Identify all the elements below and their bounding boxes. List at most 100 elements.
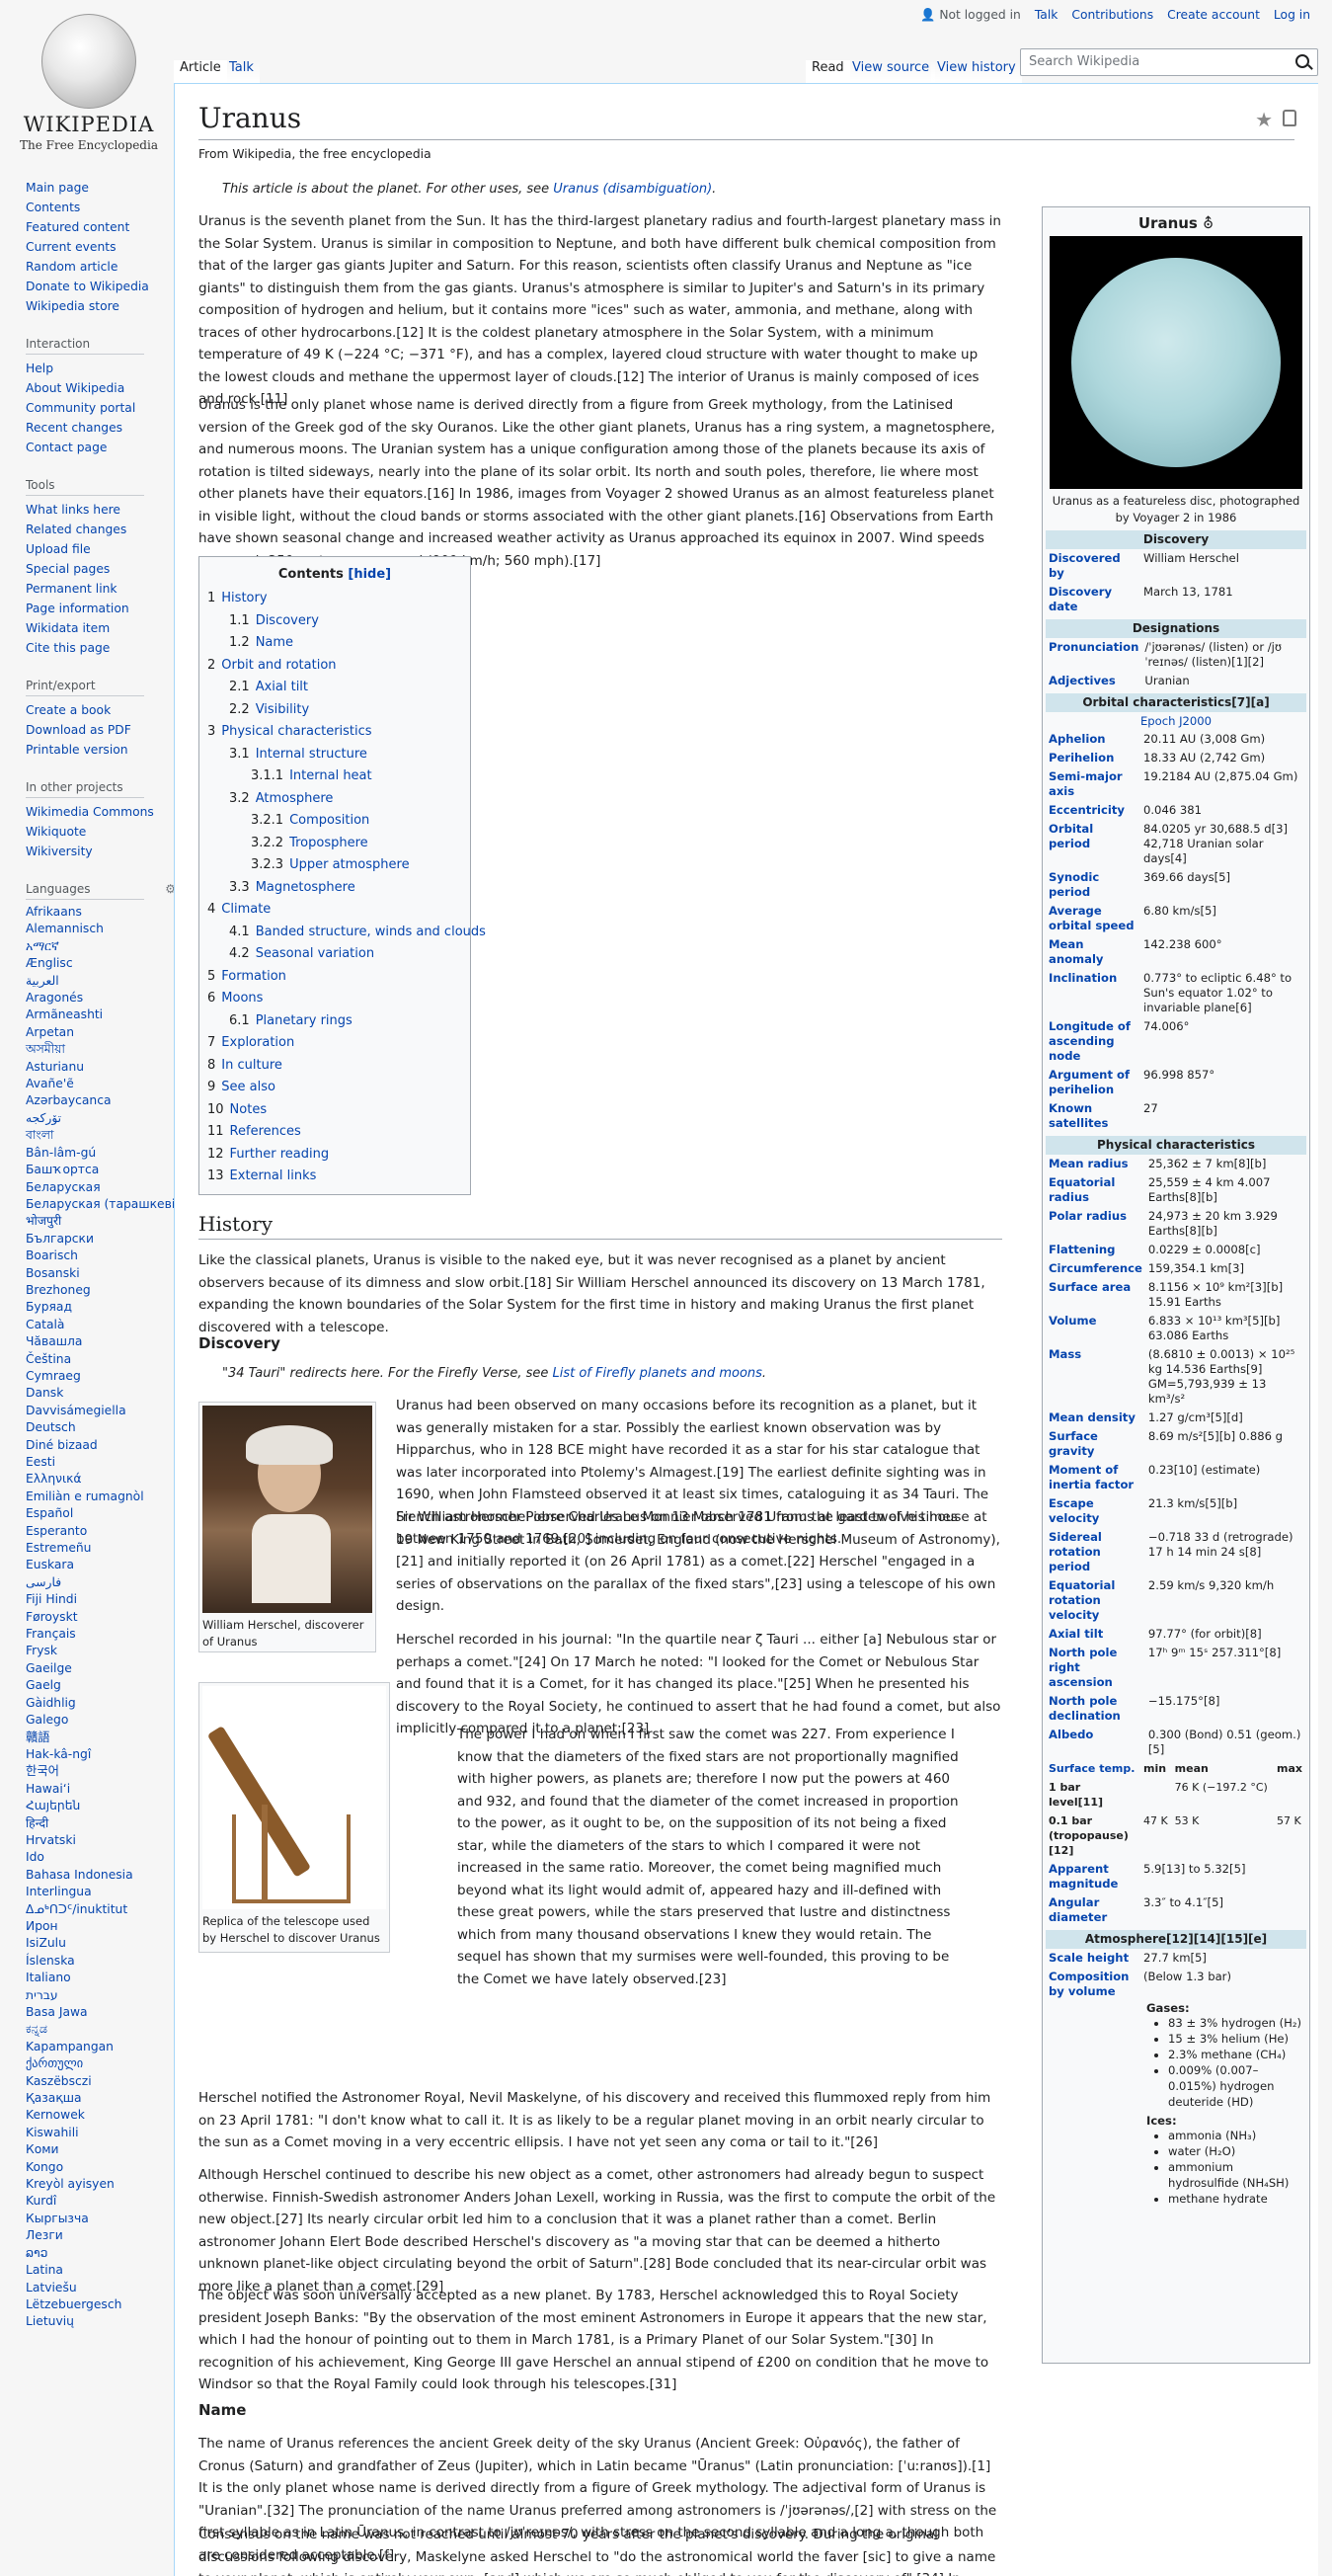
toc-link[interactable]: Exploration <box>221 1035 294 1050</box>
language-link[interactable]: فارسی <box>26 1574 174 1591</box>
language-link[interactable]: Deutsch <box>26 1419 174 1436</box>
toc-link[interactable]: Axial tilt <box>256 680 308 694</box>
talk-link[interactable]: Talk <box>1035 8 1058 23</box>
language-link[interactable]: Aragonés <box>26 990 174 1006</box>
infobox-epoch[interactable]: Epoch J2000 <box>1046 712 1306 730</box>
toc-entry[interactable]: 7 Exploration <box>207 1032 462 1055</box>
toc-link[interactable]: Further reading <box>230 1147 330 1162</box>
language-link[interactable]: Asturianu <box>26 1059 174 1076</box>
language-link[interactable]: Latviešu <box>26 2280 174 2296</box>
language-link[interactable]: Башҡортса <box>26 1162 174 1178</box>
wikipedia-logo[interactable]: WIKIPEDIA The Free Encyclopedia <box>20 14 158 157</box>
language-link[interactable]: ಕನ್ನಡ <box>26 2021 174 2038</box>
toc-entry[interactable]: 3.2 Atmosphere <box>207 788 462 811</box>
telescope-thumbnail[interactable]: Replica of the telescope used by Hersche… <box>198 1682 390 1953</box>
toc-link[interactable]: Upper atmosphere <box>289 857 410 872</box>
create-account-link[interactable]: Create account <box>1167 8 1260 23</box>
firefly-link[interactable]: List of Firefly planets and moons <box>553 1366 762 1381</box>
sidebar-item-random-article[interactable]: Random article <box>26 257 174 277</box>
language-link[interactable]: Kapampangan <box>26 2039 174 2055</box>
sidebar-item-what-links-here[interactable]: What links here <box>26 500 174 520</box>
toc-entry[interactable]: 3.2.3 Upper atmosphere <box>207 854 462 877</box>
language-link[interactable]: Лезги <box>26 2227 174 2244</box>
language-link[interactable]: Bân-lâm-gú <box>26 1145 174 1162</box>
toc-entry[interactable]: 9 See also <box>207 1077 462 1099</box>
sidebar-item-community-portal[interactable]: Community portal <box>26 398 174 418</box>
sidebar-item-contents[interactable]: Contents <box>26 198 174 217</box>
sidebar-item-permanent-link[interactable]: Permanent link <box>26 579 174 599</box>
toc-link[interactable]: Composition <box>289 813 369 828</box>
toc-entry[interactable]: 3.1.1 Internal heat <box>207 765 462 788</box>
language-link[interactable]: Kurdî <box>26 2193 174 2210</box>
language-link[interactable]: Català <box>26 1317 174 1333</box>
toc-link[interactable]: Seasonal variation <box>256 946 374 961</box>
search-icon[interactable] <box>1295 54 1309 68</box>
toc-entry[interactable]: 5 Formation <box>207 966 462 989</box>
toc-link[interactable]: Name <box>256 635 293 650</box>
language-link[interactable]: Interlingua <box>26 1884 174 1900</box>
language-link[interactable]: עברית <box>26 1987 174 2004</box>
toc-entry[interactable]: 1.2 Name <box>207 632 462 655</box>
sidebar-item-wikipedia-store[interactable]: Wikipedia store <box>26 296 174 316</box>
toc-link[interactable]: Banded structure, winds and clouds <box>256 925 486 939</box>
toc-entry[interactable]: 10 Notes <box>207 1099 462 1122</box>
sidebar-item-download-as-pdf[interactable]: Download as PDF <box>26 720 174 740</box>
language-link[interactable]: Esperanto <box>26 1523 174 1540</box>
language-link[interactable]: Afrikaans <box>26 904 174 921</box>
toc-link[interactable]: Visibility <box>256 702 309 717</box>
language-link[interactable]: Ænglisc <box>26 955 174 972</box>
language-link[interactable]: Kreyòl ayisyen <box>26 2176 174 2193</box>
toc-link[interactable]: Magnetosphere <box>256 880 355 895</box>
language-link[interactable]: Lëtzebuergesch <box>26 2296 174 2313</box>
toc-entry[interactable]: 4.1 Banded structure, winds and clouds <box>207 922 486 944</box>
tab-article[interactable]: Article <box>174 60 227 83</box>
language-link[interactable]: ລາວ <box>26 2245 174 2262</box>
sidebar-item-featured-content[interactable]: Featured content <box>26 217 174 237</box>
toc-entry[interactable]: 2.2 Visibility <box>207 699 462 722</box>
tab-view-source[interactable]: View source <box>846 60 936 83</box>
language-link[interactable]: Eesti <box>26 1454 174 1471</box>
toc-link[interactable]: Discovery <box>256 613 319 628</box>
sidebar-item-special-pages[interactable]: Special pages <box>26 559 174 579</box>
sidebar-item-printable-version[interactable]: Printable version <box>26 740 174 760</box>
toc-link[interactable]: Planetary rings <box>256 1013 353 1028</box>
language-link[interactable]: Brezhoneg <box>26 1282 174 1299</box>
language-link[interactable]: Boarisch <box>26 1248 174 1264</box>
toc-entry[interactable]: 6 Moons <box>207 988 462 1010</box>
language-link[interactable]: 贛語 <box>26 1730 174 1746</box>
language-link[interactable]: العربية <box>26 973 174 990</box>
language-link[interactable]: Íslenska <box>26 1953 174 1970</box>
language-link[interactable]: Gàidhlig <box>26 1695 174 1712</box>
toc-link[interactable]: Formation <box>221 969 286 984</box>
sidebar-item-upload-file[interactable]: Upload file <box>26 539 174 559</box>
toc-hide-toggle[interactable]: [hide] <box>348 567 391 582</box>
language-link[interactable]: Bahasa Indonesia <box>26 1867 174 1884</box>
toc-link[interactable]: External links <box>230 1168 317 1183</box>
toc-link[interactable]: Physical characteristics <box>221 724 371 739</box>
language-link[interactable]: Fiji Hindi <box>26 1591 174 1608</box>
language-link[interactable]: Basa Jawa <box>26 2004 174 2021</box>
language-link[interactable]: Emiliàn e rumagnòl <box>26 1489 174 1505</box>
language-link[interactable]: አማርኛ <box>26 938 174 955</box>
language-link[interactable]: Қазақша <box>26 2090 174 2107</box>
toc-entry[interactable]: 3.2.1 Composition <box>207 810 462 833</box>
language-link[interactable]: Italiano <box>26 1970 174 1986</box>
toc-link[interactable]: Climate <box>221 902 271 917</box>
sidebar-item-recent-changes[interactable]: Recent changes <box>26 418 174 438</box>
language-link[interactable]: Ελληνικά <box>26 1471 174 1488</box>
language-link[interactable]: Estremeñu <box>26 1540 174 1557</box>
language-link[interactable]: IsiZulu <box>26 1935 174 1952</box>
language-link[interactable]: Kernowek <box>26 2107 174 2124</box>
uranus-image[interactable] <box>1050 236 1302 489</box>
toc-entry[interactable]: 1.1 Discovery <box>207 610 462 633</box>
toc-link[interactable]: History <box>221 591 267 605</box>
herschel-portrait-image[interactable] <box>202 1406 372 1613</box>
language-link[interactable]: 한국어 <box>26 1763 174 1780</box>
language-link[interactable]: Hawaiʻi <box>26 1781 174 1798</box>
toc-link[interactable]: Troposphere <box>289 836 368 850</box>
toc-entry[interactable]: 6.1 Planetary rings <box>207 1010 462 1033</box>
language-link[interactable]: Dansk <box>26 1385 174 1402</box>
language-link[interactable]: Alemannisch <box>26 921 174 937</box>
language-link[interactable]: Cymraeg <box>26 1368 174 1385</box>
tab-talk[interactable]: Talk <box>223 60 260 83</box>
